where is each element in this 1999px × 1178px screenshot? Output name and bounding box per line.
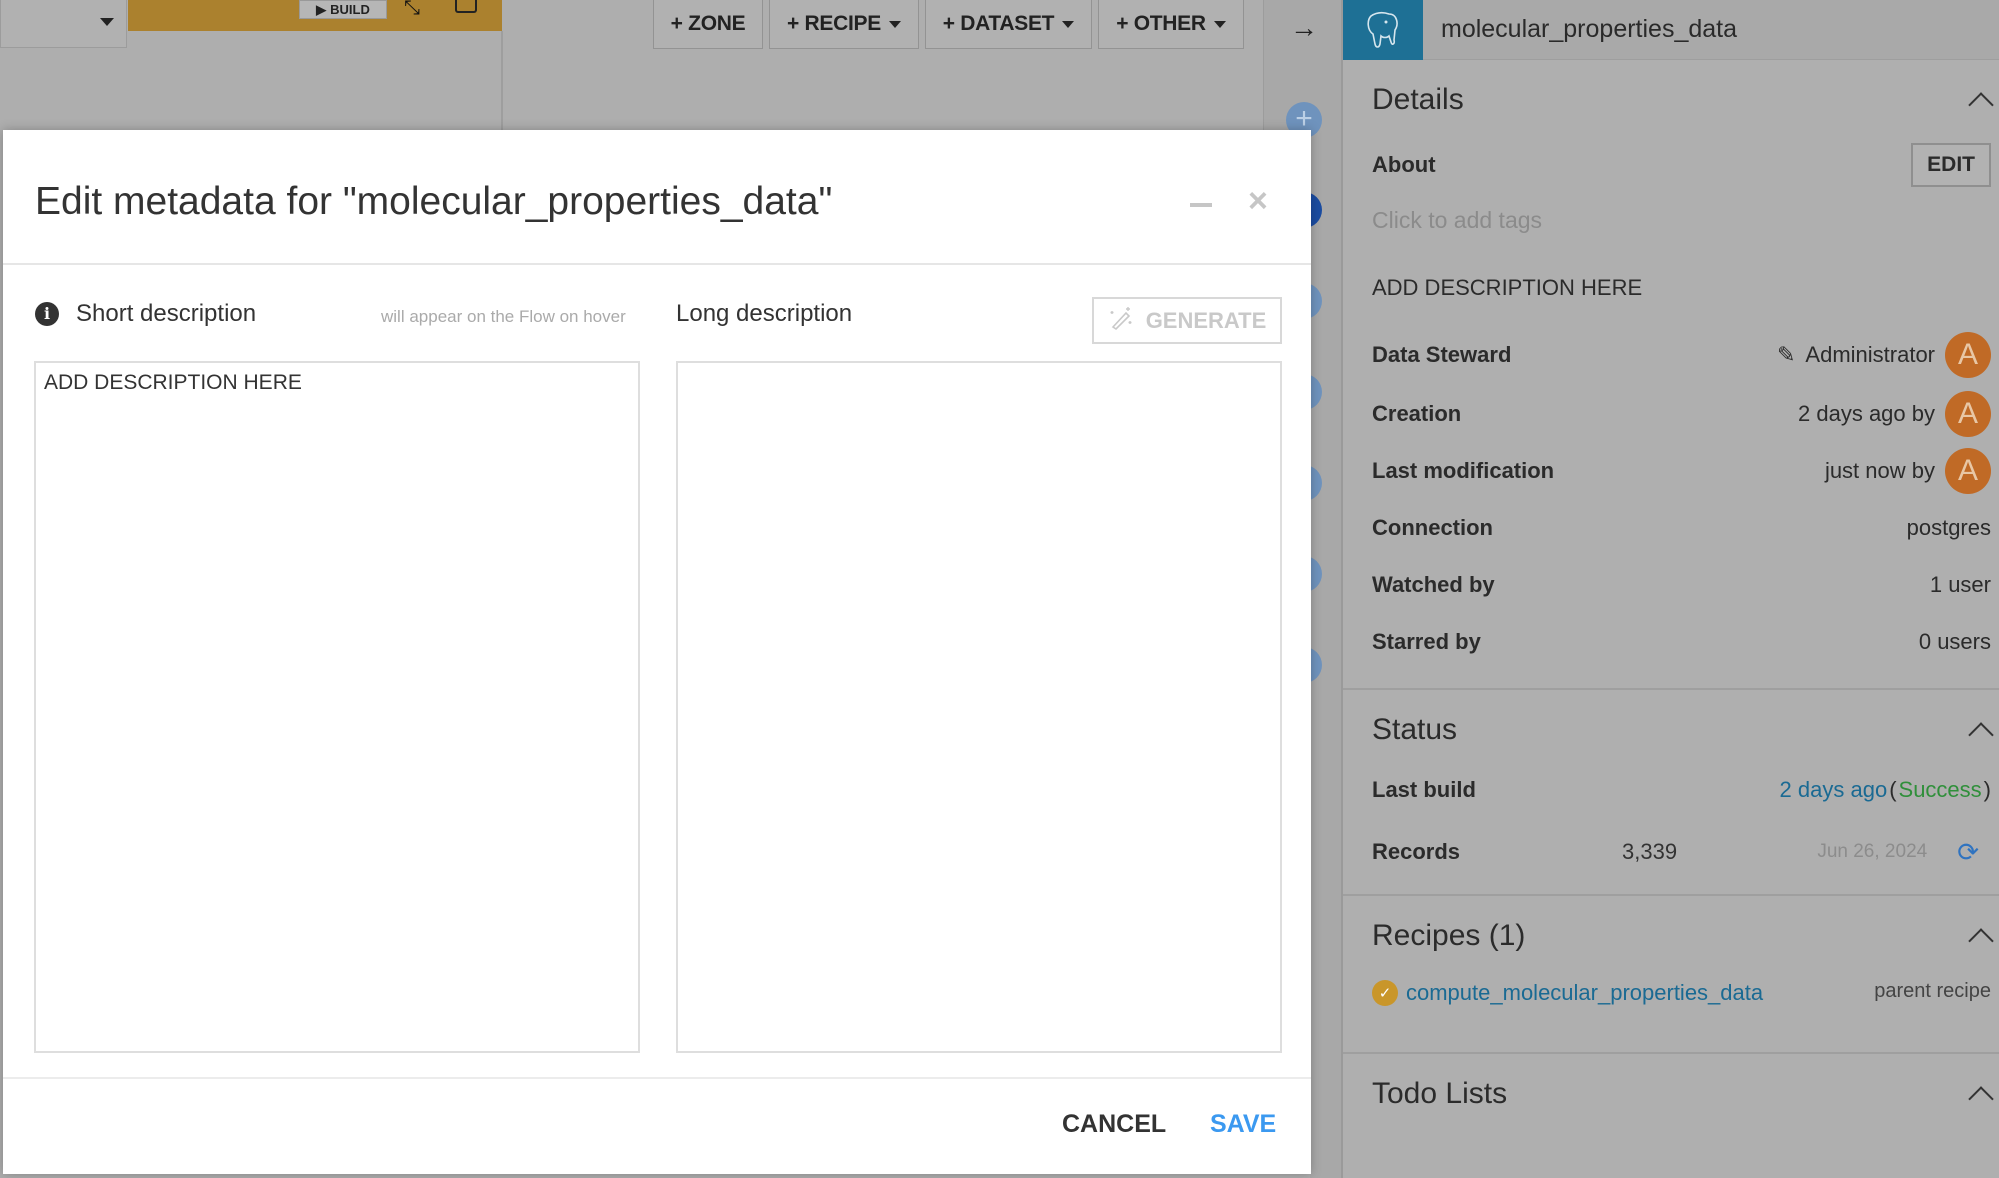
panel-header: molecular_properties_data xyxy=(1343,0,1999,60)
caret-down-icon xyxy=(1213,20,1226,28)
arrow-right-icon[interactable]: → xyxy=(1290,12,1318,44)
about-label: About xyxy=(1372,152,1436,177)
watched-by-label: Watched by xyxy=(1372,571,1495,597)
records-date: Jun 26, 2024 xyxy=(1817,841,1928,862)
connection-label: Connection xyxy=(1372,514,1493,540)
avatar[interactable]: A xyxy=(1945,332,1991,378)
description-text: ADD DESCRIPTION HERE xyxy=(1372,274,1643,300)
avatar[interactable]: A xyxy=(1945,390,1991,437)
postgres-elephant-icon xyxy=(1343,0,1423,60)
recipe-icon: ✓ xyxy=(1372,980,1398,1006)
cancel-button[interactable]: CANCEL xyxy=(1062,1110,1166,1139)
recipe-role: parent recipe xyxy=(1874,980,1991,1002)
add-tags-link[interactable]: Click to add tags xyxy=(1372,207,1542,234)
watched-by-link[interactable]: 1 user xyxy=(1930,572,1991,598)
data-steward-value: Administrator xyxy=(1805,342,1935,367)
add-dataset-button[interactable]: + DATASET xyxy=(925,0,1092,49)
details-section: Details About EDIT Click to add tags ADD… xyxy=(1343,60,1999,690)
data-steward-label: Data Steward xyxy=(1372,342,1512,367)
list-item: ✓ compute_molecular_properties_data pare… xyxy=(1372,976,1991,1052)
todo-section: Todo Lists xyxy=(1343,1054,1999,1134)
close-icon[interactable]: × xyxy=(1248,182,1268,221)
connection-link[interactable]: postgres xyxy=(1907,515,1991,541)
creation-value: 2 days ago by xyxy=(1798,400,1935,426)
chevron-up-icon[interactable] xyxy=(1969,1083,1991,1105)
minimize-icon[interactable] xyxy=(1190,203,1212,207)
chevron-down-icon xyxy=(100,18,114,26)
view-select[interactable] xyxy=(0,0,127,48)
edit-metadata-modal: Edit metadata for "molecular_properties_… xyxy=(3,130,1311,1174)
long-description-input[interactable] xyxy=(676,361,1282,1053)
section-title: Recipes (1) xyxy=(1372,919,1526,952)
add-zone-button[interactable]: + ZONE xyxy=(653,0,763,49)
records-label: Records xyxy=(1372,839,1461,864)
last-modification-value: just now by xyxy=(1824,457,1935,483)
modal-title: Edit metadata for "molecular_properties_… xyxy=(35,180,833,223)
chevron-up-icon[interactable] xyxy=(1969,719,1991,741)
build-button[interactable]: ▶ BUILD xyxy=(299,0,387,19)
avatar[interactable]: A xyxy=(1945,447,1991,494)
section-title: Details xyxy=(1372,83,1464,116)
build-status: Success xyxy=(1898,777,1982,802)
status-section: Status Last build 2 days ago ( Success )… xyxy=(1343,690,1999,896)
section-title: Status xyxy=(1372,713,1458,746)
dataset-details-panel: molecular_properties_data Details About … xyxy=(1341,0,1999,1178)
caret-down-icon xyxy=(888,20,901,28)
short-description-label: Short description xyxy=(76,300,257,327)
creation-label: Creation xyxy=(1372,400,1462,426)
recipe-link[interactable]: compute_molecular_properties_data xyxy=(1406,980,1763,1006)
add-other-button[interactable]: + OTHER xyxy=(1098,0,1244,49)
chevron-up-icon[interactable] xyxy=(1969,925,1991,947)
last-modification-label: Last modification xyxy=(1372,457,1555,483)
records-count: 3,339 xyxy=(1622,839,1678,864)
info-icon: i xyxy=(35,302,59,326)
add-recipe-button[interactable]: + RECIPE xyxy=(769,0,919,49)
divider xyxy=(3,1077,1311,1079)
recipes-section: Recipes (1) ✓ compute_molecular_properti… xyxy=(1343,896,1999,1054)
last-build-link[interactable]: 2 days ago xyxy=(1780,777,1888,803)
magic-wand-icon xyxy=(1108,305,1134,337)
save-button[interactable]: SAVE xyxy=(1210,1110,1276,1139)
starred-by-link[interactable]: 0 users xyxy=(1919,629,1991,655)
play-icon: ▶ xyxy=(316,1,327,17)
pencil-icon[interactable]: ✎ xyxy=(1777,342,1795,368)
edit-button[interactable]: EDIT xyxy=(1911,143,1991,187)
long-description-label: Long description xyxy=(676,300,853,327)
zone-square-icon[interactable] xyxy=(455,0,477,13)
generate-button[interactable]: GENERATE xyxy=(1092,297,1282,344)
starred-by-label: Starred by xyxy=(1372,628,1481,654)
modal-header: Edit metadata for "molecular_properties_… xyxy=(3,130,1311,265)
collapse-icon[interactable]: ⤡ xyxy=(404,0,426,18)
chevron-up-icon[interactable] xyxy=(1969,89,1991,111)
short-description-input[interactable] xyxy=(34,361,640,1053)
short-description-hint: will appear on the Flow on hover xyxy=(381,307,626,326)
refresh-icon[interactable]: ⟳ xyxy=(1957,837,1979,868)
caret-down-icon xyxy=(1062,20,1075,28)
last-build-label: Last build xyxy=(1372,777,1476,802)
dataset-name: molecular_properties_data xyxy=(1441,15,1738,43)
section-title: Todo Lists xyxy=(1372,1077,1508,1110)
